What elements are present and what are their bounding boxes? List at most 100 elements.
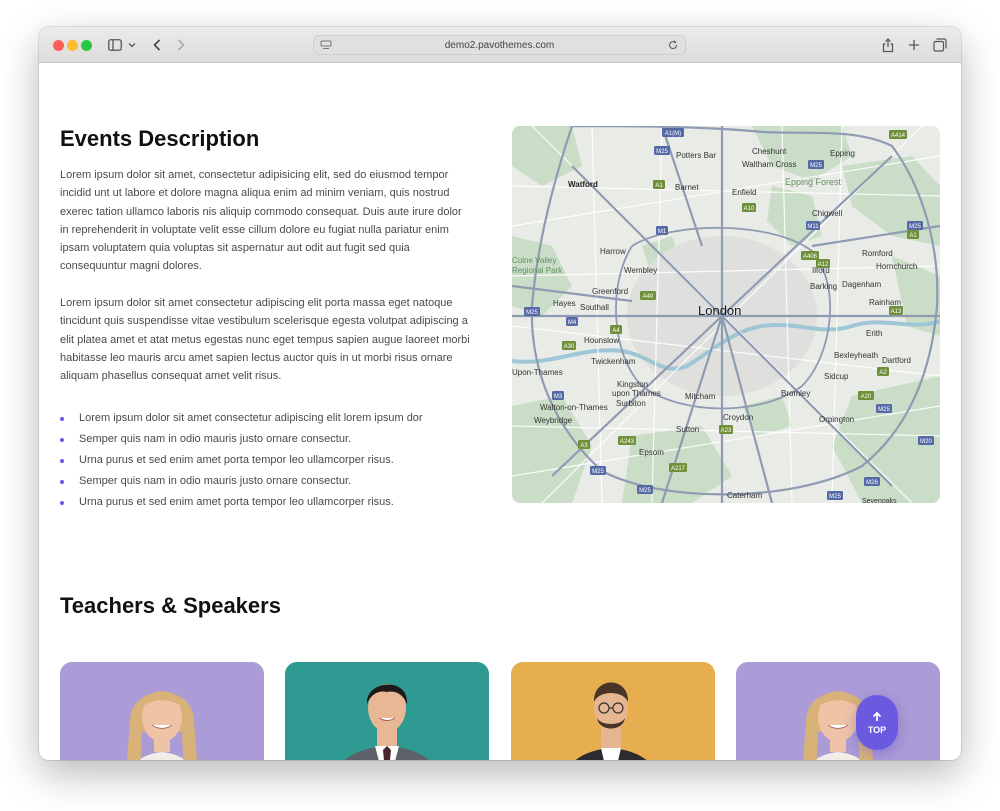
arrow-up-icon bbox=[872, 711, 882, 721]
svg-text:A414: A414 bbox=[891, 133, 906, 139]
svg-text:A30: A30 bbox=[564, 344, 575, 350]
map-road-badge: M4 bbox=[566, 317, 578, 326]
map-label-hayes: Hayes bbox=[553, 299, 576, 308]
map-road-badge: M11 bbox=[806, 221, 820, 230]
svg-text:M1: M1 bbox=[658, 229, 667, 235]
minimize-window-button[interactable] bbox=[67, 40, 78, 51]
map-road-badge: A3 bbox=[578, 440, 590, 449]
map-road-badge: A414 bbox=[889, 130, 907, 139]
address-bar[interactable]: demo2.pavothemes.com bbox=[313, 35, 686, 55]
map-label-harrow: Harrow bbox=[600, 247, 626, 256]
list-item: Lorem ipsum dolor sit amet consectetur a… bbox=[60, 408, 423, 429]
map-road-badge: A10 bbox=[742, 203, 756, 212]
map-road-badge: A243 bbox=[618, 436, 636, 445]
svg-text:A23: A23 bbox=[721, 428, 732, 434]
map-label-caterham: Caterham bbox=[727, 491, 762, 500]
bullet-dot-icon bbox=[60, 479, 64, 484]
speaker-card[interactable] bbox=[60, 662, 264, 760]
map-label-sidcup: Sidcup bbox=[824, 372, 849, 381]
share-icon[interactable] bbox=[881, 36, 895, 54]
svg-text:A2: A2 bbox=[879, 370, 887, 376]
list-item-text: Semper quis nam in odio mauris justo orn… bbox=[79, 433, 352, 445]
map-label-bexleyheath: Bexleyheath bbox=[834, 351, 878, 360]
svg-text:M20: M20 bbox=[920, 439, 932, 445]
browser-titlebar: demo2.pavothemes.com bbox=[39, 27, 961, 63]
map-label-epping: Epping bbox=[830, 149, 855, 158]
svg-text:M25: M25 bbox=[878, 407, 890, 413]
teachers-title: Teachers & Speakers bbox=[60, 593, 281, 618]
map-label-mitcham: Mitcham bbox=[685, 392, 716, 401]
map-road-badge: A13 bbox=[889, 306, 903, 315]
new-tab-icon[interactable] bbox=[907, 36, 921, 54]
svg-text:A1: A1 bbox=[655, 183, 663, 189]
chevron-down-icon[interactable] bbox=[127, 36, 137, 54]
map-road-badge: M25 bbox=[907, 221, 923, 230]
map-road-badge: A1(M) bbox=[662, 128, 684, 137]
reload-icon[interactable] bbox=[667, 39, 679, 51]
forward-icon[interactable] bbox=[175, 36, 187, 54]
map-center-label: London bbox=[698, 303, 741, 318]
map-road-badge: M20 bbox=[918, 436, 934, 445]
close-window-button[interactable] bbox=[53, 40, 64, 51]
list-item: Urna purus et sed enim amet porta tempor… bbox=[60, 492, 423, 513]
map-label-barking: Barking bbox=[810, 282, 837, 291]
event-location-map[interactable]: Potters Bar Cheshunt Epping Waltham Cros… bbox=[512, 126, 940, 503]
map-road-badge: M25 bbox=[524, 307, 540, 316]
map-label-southall: Southall bbox=[580, 303, 609, 312]
map-road-badge: M1 bbox=[656, 226, 668, 235]
map-label-twickenham: Twickenham bbox=[591, 357, 636, 366]
map-label-barnet: Barnet bbox=[675, 183, 699, 192]
svg-text:M25: M25 bbox=[639, 488, 651, 494]
map-road-badge: M25 bbox=[876, 404, 892, 413]
back-to-top-label: TOP bbox=[867, 724, 887, 735]
speaker-card[interactable] bbox=[285, 662, 489, 760]
events-title: Events Description bbox=[60, 126, 260, 151]
speaker-card[interactable] bbox=[511, 662, 715, 760]
tabs-overview-icon[interactable] bbox=[932, 36, 948, 54]
speaker-card[interactable] bbox=[736, 662, 940, 760]
back-icon[interactable] bbox=[151, 36, 163, 54]
map-road-badge: M25 bbox=[654, 146, 670, 155]
map-road-badge: M25 bbox=[808, 160, 824, 169]
map-road-badge: M25 bbox=[590, 466, 606, 475]
svg-text:A10: A10 bbox=[744, 206, 755, 212]
map-road-badge: M26 bbox=[864, 477, 880, 486]
maximize-window-button[interactable] bbox=[81, 40, 92, 51]
svg-text:M25: M25 bbox=[526, 310, 538, 316]
page-settings-icon[interactable] bbox=[320, 39, 332, 51]
svg-text:A3: A3 bbox=[580, 443, 588, 449]
map-label-sevenoaks: Sevenoaks bbox=[862, 498, 897, 503]
svg-text:M3: M3 bbox=[554, 394, 563, 400]
map-canvas[interactable]: Potters Bar Cheshunt Epping Waltham Cros… bbox=[512, 126, 940, 503]
svg-text:A13: A13 bbox=[891, 309, 902, 315]
map-label-weybridge: Weybridge bbox=[534, 416, 573, 425]
speaker-photo bbox=[285, 662, 489, 760]
map-road-badge: M25 bbox=[637, 485, 653, 494]
map-label-erith: Erith bbox=[866, 329, 882, 338]
url-text: demo2.pavothemes.com bbox=[444, 39, 555, 51]
map-label-kingston: Kingston bbox=[617, 380, 648, 389]
map-road-badge: A23 bbox=[719, 425, 733, 434]
speaker-photo bbox=[736, 662, 940, 760]
events-paragraph-1: Lorem ipsum dolor sit amet, consectetur … bbox=[60, 169, 462, 273]
list-item: Semper quis nam in odio mauris justo orn… bbox=[60, 429, 423, 450]
svg-text:A40: A40 bbox=[643, 294, 654, 300]
svg-text:M25: M25 bbox=[909, 224, 921, 230]
map-label-watford: Watford bbox=[568, 180, 598, 189]
svg-text:A12: A12 bbox=[818, 262, 829, 268]
map-label-dartford: Dartford bbox=[882, 356, 911, 365]
svg-text:M11: M11 bbox=[807, 224, 819, 230]
list-item: Urna purus et sed enim amet porta tempor… bbox=[60, 450, 423, 471]
svg-text:A243: A243 bbox=[620, 439, 635, 445]
map-label-hounslow: Hounslow bbox=[584, 336, 619, 345]
map-road-badge: A12 bbox=[816, 259, 830, 268]
svg-text:M4: M4 bbox=[568, 320, 577, 326]
back-to-top-button[interactable]: TOP bbox=[856, 695, 898, 750]
map-label-surbiton: Surbiton bbox=[616, 399, 646, 408]
svg-text:M25: M25 bbox=[829, 494, 841, 500]
map-road-badge: A4 bbox=[610, 325, 622, 334]
map-label-upon-thames: Upon-Thames bbox=[512, 368, 563, 377]
bullet-dot-icon bbox=[60, 416, 64, 421]
bullet-dot-icon bbox=[60, 437, 64, 442]
sidebar-icon[interactable] bbox=[107, 36, 123, 54]
